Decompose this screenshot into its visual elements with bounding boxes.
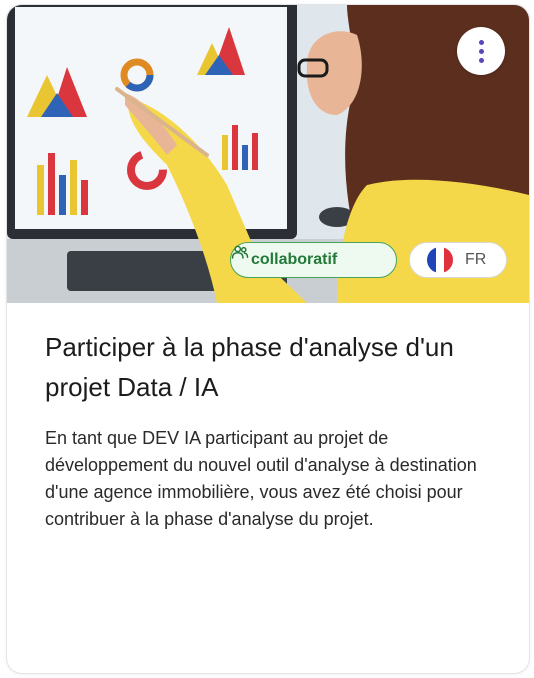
flag-fr-icon (427, 247, 453, 273)
card-hero-image: collaboratif FR (7, 5, 529, 303)
more-vertical-icon (478, 39, 484, 45)
more-options-button[interactable] (457, 27, 505, 75)
language-tag[interactable]: FR (409, 242, 507, 278)
card-title[interactable]: Participer à la phase d'analyse d'un pro… (45, 327, 495, 407)
collaborative-tag[interactable]: collaboratif (230, 242, 397, 278)
activity-card[interactable]: collaboratif FR Participer à la phase d'… (6, 4, 530, 674)
collaborative-tag-label: collaboratif (251, 251, 338, 268)
users-icon (231, 245, 249, 259)
card-description: En tant que DEV IA participant au projet… (45, 428, 477, 529)
more-vertical-icon-dot (478, 57, 484, 63)
language-tag-label: FR (465, 251, 487, 268)
more-vertical-icon-dot (478, 48, 484, 54)
